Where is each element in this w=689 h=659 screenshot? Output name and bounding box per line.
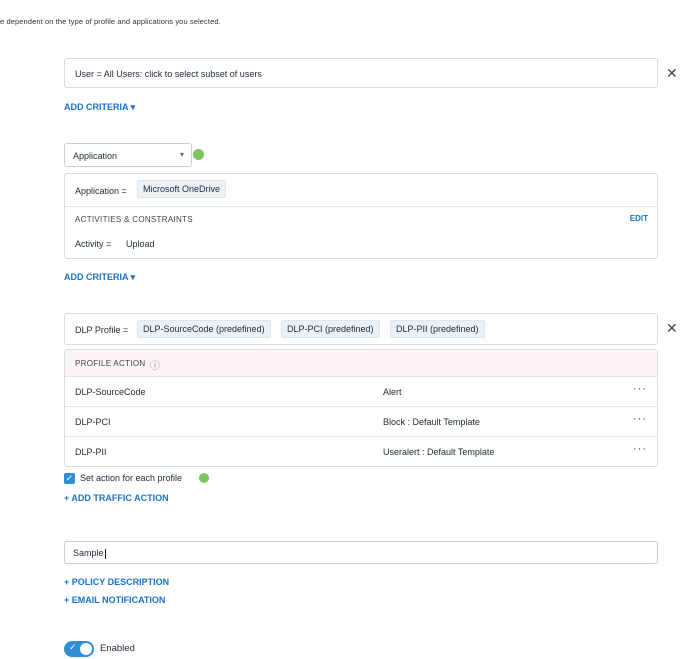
user-criteria-field[interactable]: User = All Users: click to select subset… (64, 58, 658, 88)
dlp-profile-chip[interactable]: DLP-PCI (predefined) (281, 320, 380, 338)
add-traffic-action-link[interactable]: + ADD TRAFFIC ACTION (64, 493, 169, 503)
email-notification-link[interactable]: + EMAIL NOTIFICATION (64, 595, 165, 605)
chevron-down-icon: ▾ (179, 150, 184, 159)
divider (65, 206, 657, 207)
profile-action-value: Useralert : Default Template (383, 447, 495, 457)
activity-value: Upload (126, 239, 155, 249)
check-icon: ✓ (69, 642, 77, 652)
add-criteria-link-1[interactable]: ADD CRITERIA ▾ (64, 102, 135, 113)
enabled-label: Enabled (100, 643, 135, 654)
add-criteria-link-2[interactable]: ADD CRITERIA ▾ (64, 272, 135, 283)
policy-name-input[interactable]: Sample (64, 541, 658, 564)
dlp-profile-chip[interactable]: DLP-SourceCode (predefined) (137, 320, 271, 338)
toggle-knob (80, 643, 92, 655)
table-row: DLP-PII Useralert : Default Template ··· (65, 437, 657, 467)
application-type-select[interactable]: Application ▾ (64, 143, 192, 167)
profile-action-value: Alert (383, 387, 402, 397)
profile-action-value: Block : Default Template (383, 417, 480, 427)
remove-user-criteria-close-icon[interactable]: ✕ (666, 66, 678, 80)
more-options-icon[interactable]: ··· (633, 383, 647, 395)
activities-constraints-title: ACTIVITIES & CONSTRAINTS (75, 215, 193, 224)
enabled-toggle[interactable]: ✓ (64, 641, 94, 657)
dlp-profile-chip[interactable]: DLP-PII (predefined) (390, 320, 485, 338)
status-dot-icon (199, 473, 209, 483)
dlp-profile-field[interactable]: DLP Profile = DLP-SourceCode (predefined… (64, 313, 658, 345)
intro-text: e dependent on the type of profile and a… (0, 17, 221, 26)
table-row: DLP-SourceCode Alert ··· (65, 377, 657, 407)
text-cursor (104, 548, 106, 559)
application-select-value: Application (73, 151, 118, 161)
policy-description-link[interactable]: + POLICY DESCRIPTION (64, 577, 169, 587)
activity-label: Activity = (75, 239, 112, 249)
edit-activities-link[interactable]: EDIT (630, 214, 648, 223)
profile-action-header: PROFILE ACTION ⓘ (65, 350, 657, 377)
remove-dlp-profile-close-icon[interactable]: ✕ (666, 321, 678, 335)
more-options-icon[interactable]: ··· (633, 443, 647, 455)
profile-action-title: PROFILE ACTION (75, 359, 146, 368)
info-icon[interactable]: ⓘ (150, 357, 160, 372)
set-action-checkbox[interactable]: ✓ (64, 473, 75, 484)
user-criteria-text: User = All Users: click to select subset… (75, 69, 262, 79)
dlp-profile-label: DLP Profile = (75, 325, 129, 335)
policy-name-value: Sample (73, 548, 106, 559)
application-criteria-box: Application = Microsoft OneDrive ACTIVIT… (64, 173, 658, 259)
application-chip[interactable]: Microsoft OneDrive (137, 180, 227, 198)
application-label: Application = (75, 186, 127, 196)
profile-name: DLP-PCI (75, 417, 111, 427)
status-dot-icon (193, 149, 204, 160)
set-action-label: Set action for each profile (80, 473, 183, 483)
table-row: DLP-PCI Block : Default Template ··· (65, 407, 657, 437)
profile-name: DLP-SourceCode (75, 387, 146, 397)
profile-action-table: PROFILE ACTION ⓘ DLP-SourceCode Alert ··… (64, 349, 658, 467)
more-options-icon[interactable]: ··· (633, 413, 647, 425)
profile-name: DLP-PII (75, 447, 107, 457)
